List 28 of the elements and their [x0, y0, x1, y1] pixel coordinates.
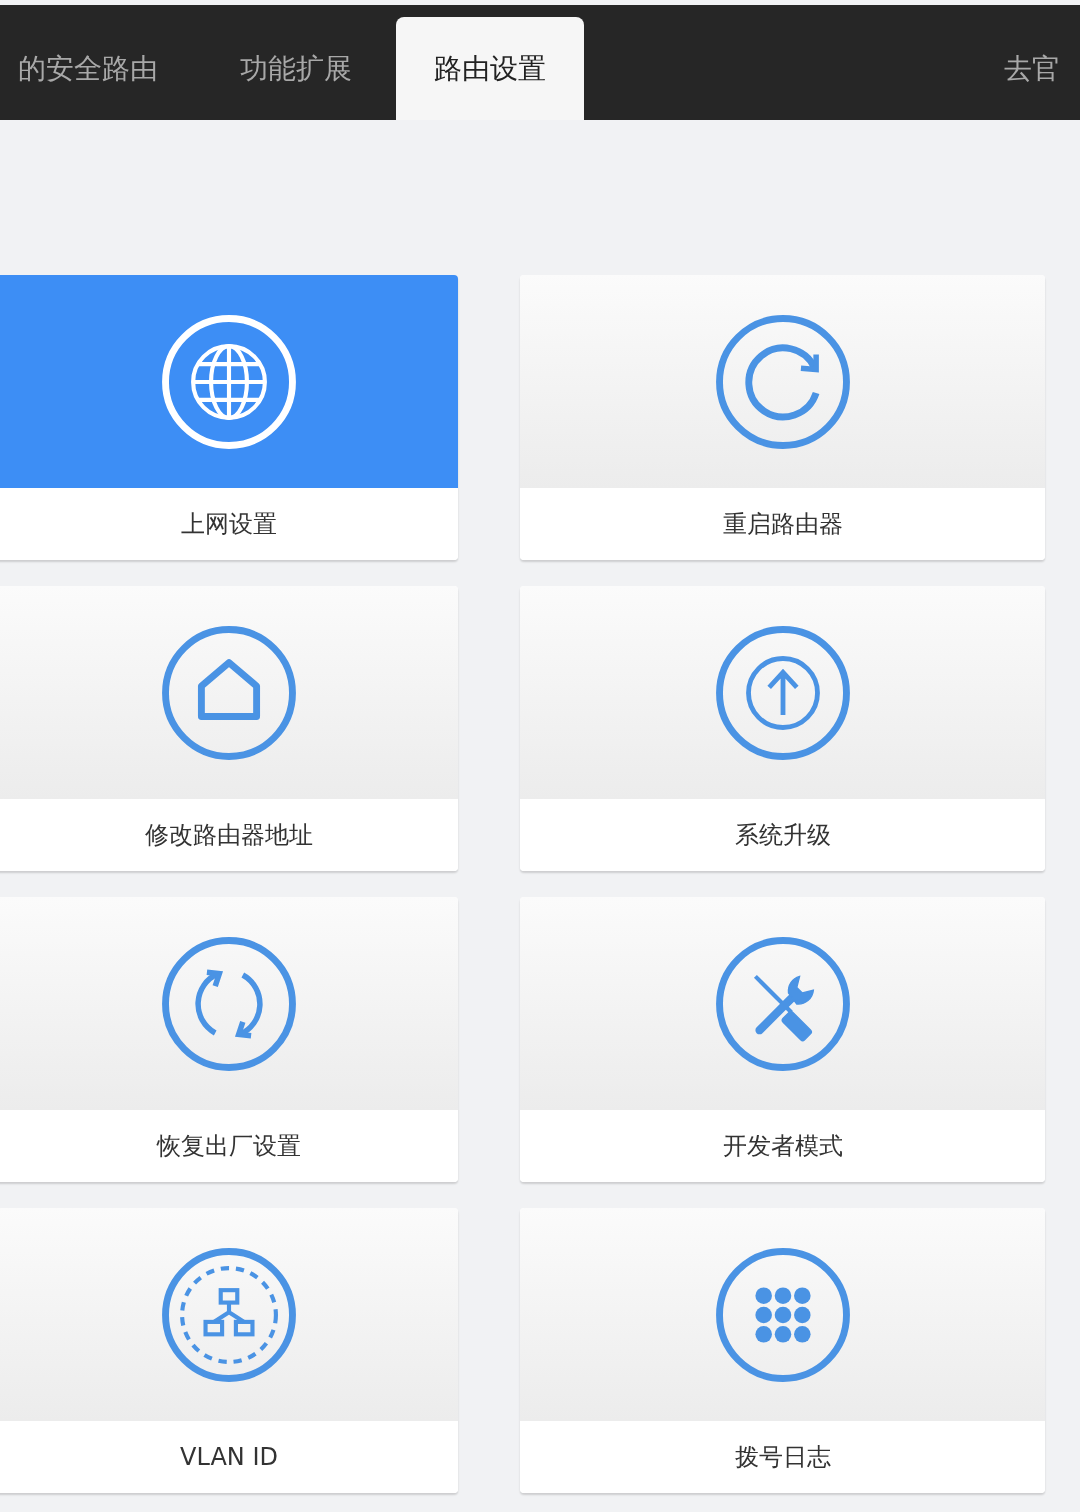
- tile-label: 系统升级: [520, 799, 1045, 871]
- restore-icon: [160, 934, 298, 1073]
- settings-tile[interactable]: 重启路由器: [520, 275, 1045, 560]
- tools-icon: [713, 934, 852, 1073]
- network-icon: [160, 1245, 298, 1384]
- house-icon: [160, 623, 298, 762]
- dots-grid-icon: [713, 1245, 852, 1384]
- globe-icon: [160, 312, 298, 451]
- nav-tab[interactable]: 功能扩展: [202, 17, 390, 120]
- tile-label: 拨号日志: [520, 1421, 1045, 1493]
- settings-tile[interactable]: 修改路由器地址: [0, 586, 458, 871]
- tile-label: 恢复出厂设置: [0, 1110, 458, 1182]
- tile-label: 开发者模式: [520, 1110, 1045, 1182]
- tile-label: 修改路由器地址: [0, 799, 458, 871]
- nav-tab[interactable]: 路由设置: [396, 17, 584, 120]
- settings-tile[interactable]: 开发者模式: [520, 897, 1045, 1182]
- tile-label: VLAN ID: [0, 1421, 458, 1493]
- settings-tile[interactable]: 拨号日志: [520, 1208, 1045, 1493]
- settings-tile[interactable]: VLAN ID: [0, 1208, 458, 1493]
- restart-icon: [713, 312, 852, 451]
- settings-tile[interactable]: 上网设置: [0, 275, 458, 560]
- nav-tab[interactable]: 的安全路由: [0, 17, 196, 120]
- settings-tile[interactable]: 系统升级: [520, 586, 1045, 871]
- upload-icon: [713, 623, 852, 762]
- tile-label: 上网设置: [0, 488, 458, 560]
- nav-tab[interactable]: 去官: [966, 17, 1080, 120]
- settings-tile[interactable]: 恢复出厂设置: [0, 897, 458, 1182]
- tile-label: 重启路由器: [520, 488, 1045, 560]
